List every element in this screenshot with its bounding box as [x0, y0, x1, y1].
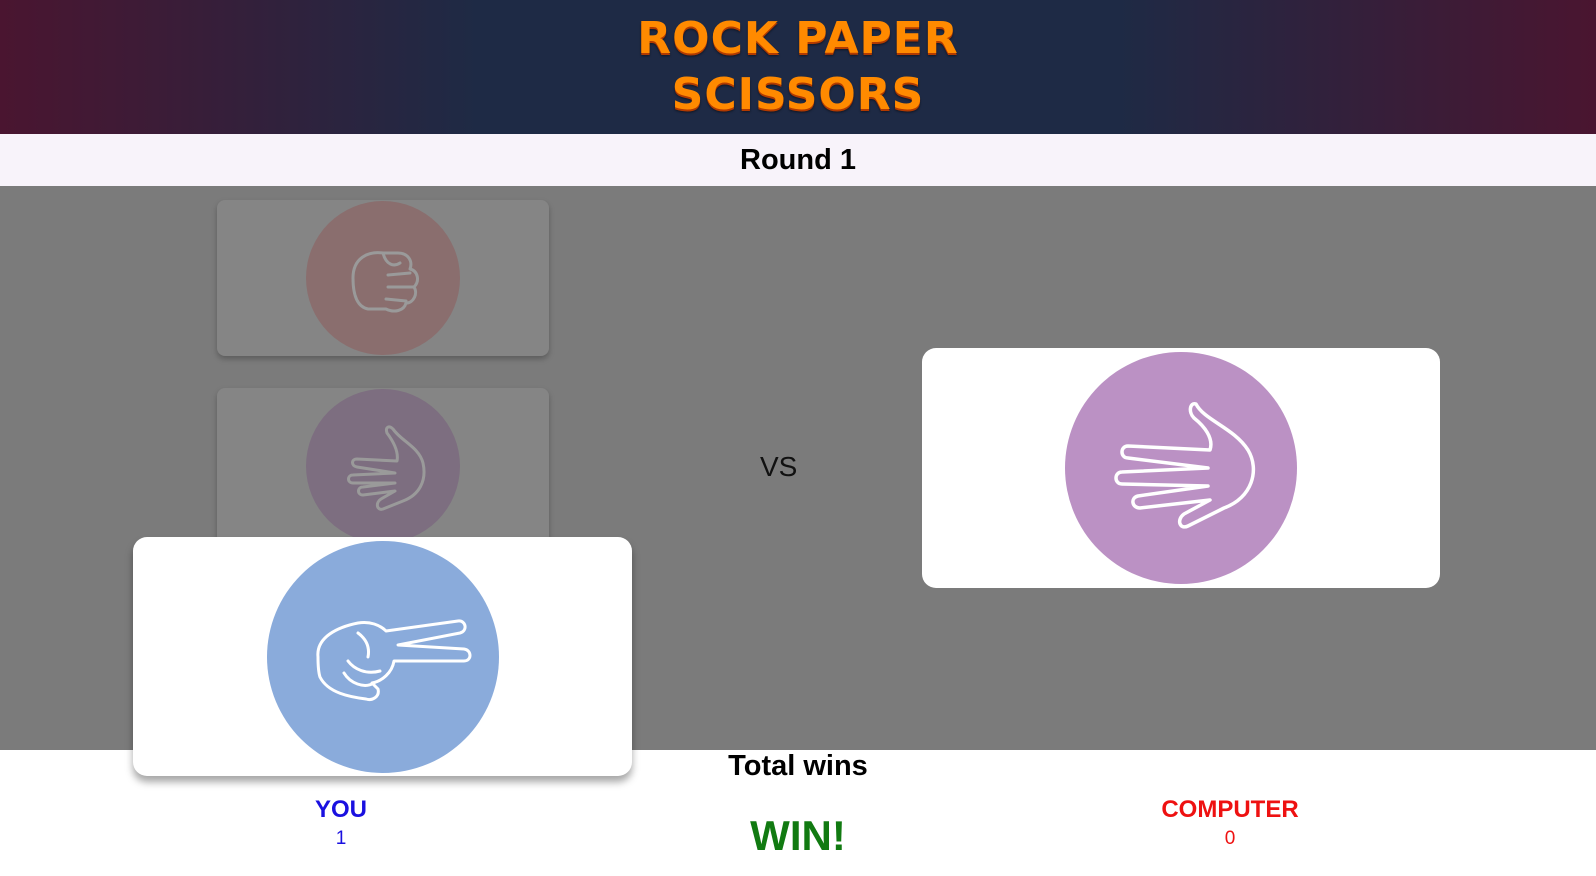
rock-fist-icon: [306, 201, 460, 355]
choice-rock-button[interactable]: [217, 200, 549, 356]
round-result: WIN!: [750, 812, 846, 859]
computer-score-label: COMPUTER: [1161, 796, 1299, 823]
vs-label: VS: [760, 451, 798, 482]
paper-hand-icon: [306, 389, 460, 543]
round-bar: Round 1: [0, 134, 1596, 186]
player-pick-card: [133, 537, 632, 776]
computer-score-value: 0: [1224, 828, 1236, 849]
title-line-2: SCISSORS: [671, 69, 925, 120]
computer-pick-card: [922, 348, 1440, 588]
computer-score: COMPUTER 0: [1130, 796, 1330, 850]
scissors-hand-icon: [266, 540, 499, 773]
title-line-1: ROCK PAPER: [637, 13, 959, 64]
game-title: ROCK PAPER SCISSORS: [637, 11, 958, 123]
paper-hand-icon: [1065, 352, 1297, 584]
choice-paper-button[interactable]: [217, 388, 549, 544]
app-header: ROCK PAPER SCISSORS: [0, 0, 1596, 134]
round-label: Round 1: [740, 143, 856, 176]
